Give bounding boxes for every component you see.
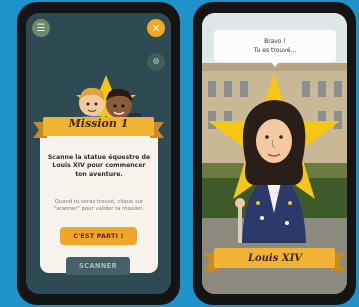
crosshair-icon: ⊕: [152, 57, 160, 67]
mission-description: Scanne la statue équestre de Louis XIV p…: [47, 154, 151, 178]
start-button[interactable]: C'EST PARTI !: [60, 227, 137, 245]
speech-bubble: Bravo ! Tu es trouvé...: [214, 30, 336, 62]
scan-button[interactable]: SCANNER: [66, 257, 130, 275]
speech-bubble-tail: [270, 61, 280, 67]
mission-card: [40, 121, 158, 273]
bubble-line-1: Bravo !: [264, 38, 286, 45]
mission-screen: ☰ ✕ ⊕ Mission 1 Scanne la statue équestr…: [26, 13, 171, 294]
character-screen: Bravo ! Tu es trouvé... Louis XIV: [202, 13, 347, 294]
mission-title: Mission 1: [68, 117, 129, 130]
menu-button[interactable]: ☰: [32, 19, 50, 37]
phone-frame-left: ☰ ✕ ⊕ Mission 1 Scanne la statue équestr…: [17, 2, 180, 305]
mission-hint: Quand tu seras trouvé, clique sur "scann…: [53, 199, 145, 213]
hamburger-menu-icon: ☰: [36, 22, 46, 34]
close-button[interactable]: ✕: [147, 19, 165, 37]
close-icon: ✕: [151, 21, 161, 35]
character-name: Louis XIV: [247, 253, 303, 264]
phone-frame-right: Bravo ! Tu es trouvé... Louis XIV: [193, 2, 356, 305]
locate-button[interactable]: ⊕: [147, 53, 165, 71]
bubble-line-2: Tu es trouvé...: [253, 47, 297, 54]
